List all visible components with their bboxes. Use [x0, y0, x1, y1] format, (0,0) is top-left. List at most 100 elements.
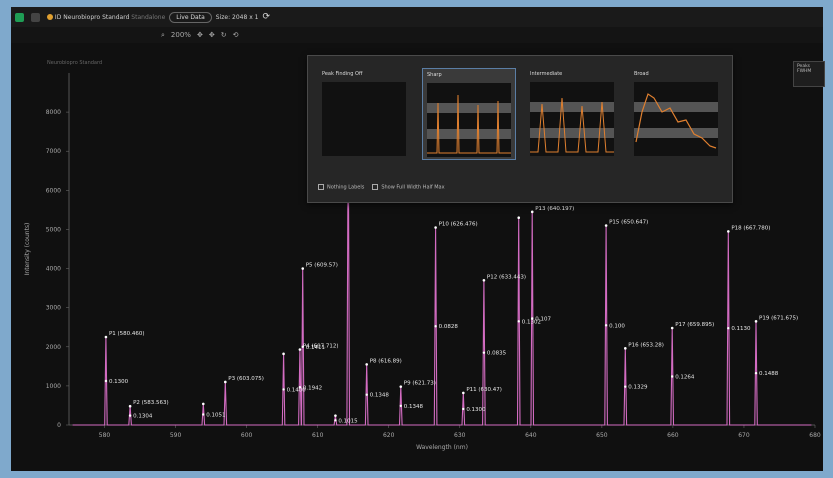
y-tick-label: 6000 [46, 187, 61, 194]
peak-marker [201, 402, 205, 406]
option-show-fwhm[interactable]: Show Full Width Half Max [372, 184, 445, 191]
fwhm-label: 0.1051 [206, 412, 225, 418]
peak-marker [128, 404, 132, 408]
card-title: Broad [634, 71, 649, 77]
x-tick-label: 630 [454, 432, 466, 439]
device-status-icon [47, 14, 53, 20]
fwhm-label: 0.1411 [306, 345, 325, 351]
peak-marker [301, 267, 305, 270]
fwhm-marker [670, 375, 674, 378]
pan-icon[interactable]: ✥ [197, 31, 203, 39]
legend-item-fwhm: FWHM [797, 69, 812, 74]
x-tick-label: 610 [312, 432, 324, 439]
fwhm-label: 0.107 [535, 316, 551, 322]
peak-marker [624, 347, 627, 350]
peak-label: P8 (616.89) [370, 358, 402, 364]
home-icon [15, 12, 24, 22]
peak-marker [298, 348, 302, 351]
app-title: ID Neurobiopro Standard [54, 13, 130, 21]
x-tick-label: 590 [170, 432, 182, 439]
legend-box[interactable]: Peaks FWHM [793, 61, 825, 87]
checkbox-icon [318, 184, 324, 190]
app-title-sub: Standalone [131, 13, 166, 21]
size-label: Size: 2048 x 1 [215, 13, 259, 21]
app-window: ID Neurobiopro Standard Standalone Live … [11, 7, 825, 471]
fwhm-label: 0.1329 [628, 385, 648, 391]
fwhm-marker [754, 371, 758, 375]
fwhm-label: 0.1304 [133, 414, 153, 420]
move-icon[interactable]: ✥ [209, 31, 215, 39]
x-tick-label: 600 [241, 432, 253, 439]
y-tick-label: 0 [57, 422, 61, 429]
option-label: Show Full Width Half Max [381, 184, 445, 191]
home-button[interactable] [15, 12, 27, 22]
reset-icon[interactable]: ⟲ [233, 31, 239, 39]
peak-marker [482, 278, 486, 282]
card-intermediate[interactable]: Intermediate [526, 68, 620, 160]
x-tick-label: 660 [667, 432, 679, 439]
x-tick-label: 650 [596, 432, 608, 439]
fwhm-marker [517, 320, 520, 323]
peak-marker [365, 363, 368, 366]
share-button[interactable] [31, 12, 43, 22]
zoom-level[interactable]: 200% [171, 31, 191, 39]
fwhm-marker [531, 317, 534, 320]
fwhm-label: 0.1264 [675, 375, 695, 381]
peak-label: P5 (609.57) [306, 263, 338, 269]
fwhm-label: 0.0835 [487, 351, 507, 357]
option-nothing-labels[interactable]: Nothing Labels [318, 184, 364, 191]
peak-marker [604, 224, 608, 227]
fwhm-label: 0.1348 [370, 393, 390, 399]
peak-label: P1 (580.460) [109, 331, 145, 337]
peak-marker [334, 414, 337, 417]
x-tick-label: 680 [809, 432, 821, 439]
card-title: Sharp [427, 72, 442, 78]
y-tick-label: 4000 [46, 266, 61, 273]
y-tick-label: 8000 [46, 109, 61, 116]
popup-options: Nothing Labels Show Full Width Half Max [318, 184, 445, 191]
zoom-icon[interactable]: ⌕ [161, 31, 165, 40]
peak-marker [462, 391, 465, 395]
fwhm-marker [434, 325, 437, 328]
rotate-icon[interactable]: ↻ [221, 31, 227, 39]
broad-preview-graphic [634, 93, 718, 149]
card-title: Peak Finding Off [322, 71, 363, 77]
peak-label: P15 (650.647) [609, 220, 648, 226]
fwhm-marker [624, 385, 627, 388]
peak-label: P11 (630.47) [466, 387, 502, 393]
device-selector[interactable]: ID Neurobiopro Standard Standalone [47, 14, 165, 21]
legend-top: Neurobiopro Standard [47, 60, 103, 66]
top-toolbar: ID Neurobiopro Standard Standalone Live … [11, 7, 823, 27]
x-axis-title: Wavelength (nm) [416, 444, 468, 451]
card-broad[interactable]: Broad [630, 68, 724, 160]
intermediate-preview-graphic [530, 97, 614, 153]
peak-marker [282, 352, 285, 356]
fwhm-label: 0.1488 [759, 371, 779, 377]
peak-label: P19 (671.675) [759, 315, 798, 321]
refresh-button[interactable]: ⟳ [262, 12, 270, 22]
fwhm-marker [462, 407, 465, 411]
card-preview [322, 82, 406, 156]
fwhm-label: 0.1300 [466, 407, 486, 413]
peak-finding-popup: Peak Finding Off Sharp Intermediate Broa… [307, 55, 733, 203]
card-sharp[interactable]: Sharp [422, 68, 516, 160]
peak-label: P17 (659.895) [675, 322, 714, 328]
share-icon [31, 12, 40, 22]
y-axis-title: Intensity (counts) [24, 223, 31, 276]
y-tick-label: 1000 [46, 383, 61, 390]
card-peak-finding-off[interactable]: Peak Finding Off [318, 68, 412, 160]
peak-marker [727, 230, 730, 233]
sharp-preview-graphic [427, 94, 511, 154]
live-data-toggle[interactable]: Live Data [169, 11, 212, 23]
fwhm-label: 0.1348 [404, 404, 424, 410]
fwhm-marker [482, 351, 486, 354]
fwhm-marker [298, 386, 302, 389]
card-preview [530, 82, 614, 156]
peak-marker [754, 320, 758, 323]
card-title: Intermediate [530, 71, 563, 77]
fwhm-label: 0.1942 [303, 385, 322, 391]
fwhm-label: 0.100 [609, 323, 625, 329]
peak-marker [517, 216, 521, 220]
fwhm-marker [104, 379, 108, 383]
checkbox-icon [372, 184, 379, 190]
